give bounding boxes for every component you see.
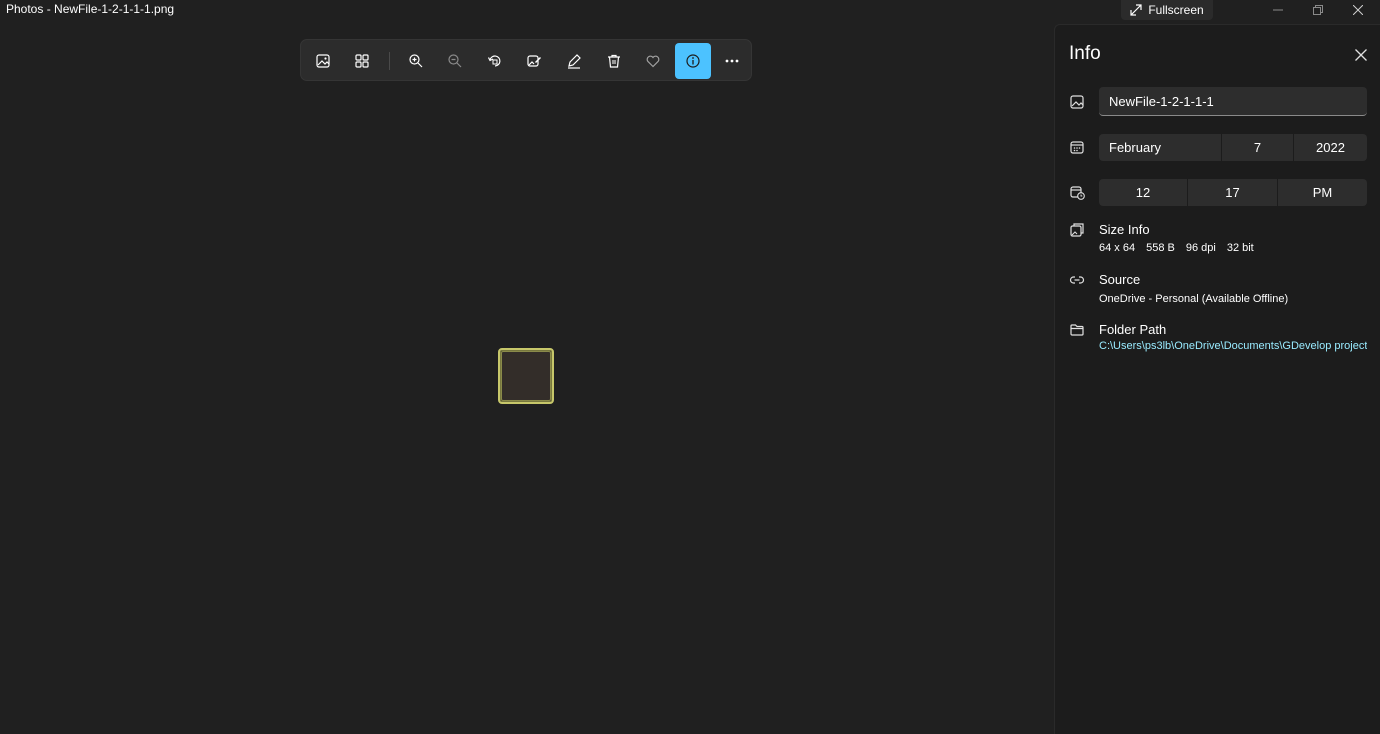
info-panel: Info NewFile-1-2-1-1-1 February 7 2022 1… [1054,24,1380,734]
favorite-button[interactable] [635,43,671,79]
source-value: OneDrive - Personal (Available Offline) [1099,293,1289,305]
expand-icon [1130,4,1142,16]
time-picker: 12 17 PM [1099,179,1367,206]
image-icon [1070,95,1084,109]
panel-title: Info [1069,43,1101,64]
zoom-out-icon [448,54,462,68]
date-picker: February 7 2022 [1099,134,1367,161]
zoom-out-button[interactable] [437,43,473,79]
folder-path-link[interactable]: C:\Users\ps3lb\OneDrive\Documents\GDevel… [1099,340,1367,352]
image-toolbar [300,39,752,81]
heart-icon [646,55,660,68]
rotate-button[interactable] [477,43,513,79]
delete-button[interactable] [596,43,632,79]
close-window-button[interactable] [1338,0,1378,20]
period-selector[interactable]: PM [1278,179,1367,206]
more-icon [725,59,739,63]
zoom-in-button[interactable] [398,43,434,79]
size-info-label: Size Info [1099,222,1150,237]
month-selector[interactable]: February [1099,134,1222,161]
edit-image-icon [527,55,541,67]
file-size-value: 558 B [1146,242,1175,254]
folder-path-label: Folder Path [1099,322,1167,337]
close-icon [1353,5,1363,15]
bit-depth-value: 32 bit [1226,242,1254,254]
zoom-in-icon [409,54,423,68]
size-info-icon [1070,223,1084,237]
minimize-icon [1273,9,1283,11]
day-selector[interactable]: 7 [1222,134,1294,161]
year-selector[interactable]: 2022 [1294,134,1367,161]
link-icon [1069,276,1085,284]
trash-icon [608,54,620,68]
restore-button[interactable] [1298,0,1338,20]
more-button[interactable] [714,43,750,79]
title-bar: Photos - NewFile-1-2-1-1-1.png Fullscree… [0,0,1380,22]
gallery-grid-icon [355,54,369,68]
draw-button[interactable] [556,43,592,79]
view-image-button[interactable] [305,43,341,79]
fullscreen-label: Fullscreen [1148,3,1204,17]
close-icon [1355,49,1367,61]
file-name-input[interactable]: NewFile-1-2-1-1-1 [1099,87,1367,116]
pen-icon [568,54,581,69]
restore-icon [1313,5,1323,15]
gallery-button[interactable] [344,43,380,79]
toolbar-separator [389,52,390,70]
calendar-clock-icon [1070,186,1085,200]
dimensions-value: 64 x 64 [1099,242,1136,254]
folder-icon [1070,324,1084,336]
minimize-button[interactable] [1258,0,1298,20]
close-panel-button[interactable] [1351,45,1371,65]
dpi-value: 96 dpi [1185,242,1216,254]
fullscreen-button[interactable]: Fullscreen [1121,0,1213,20]
rotate-icon [487,55,501,67]
info-icon [686,54,700,68]
calendar-icon [1070,141,1084,154]
size-info-values: 64 x 64 558 B 96 dpi 32 bit [1099,242,1265,254]
hour-selector[interactable]: 12 [1099,179,1188,206]
info-button[interactable] [675,43,711,79]
preview-image [498,348,554,404]
minute-selector[interactable]: 17 [1188,179,1278,206]
image-icon [316,54,330,68]
window-title: Photos - NewFile-1-2-1-1-1.png [6,2,175,16]
edit-image-button[interactable] [516,43,552,79]
source-label: Source [1099,272,1141,287]
